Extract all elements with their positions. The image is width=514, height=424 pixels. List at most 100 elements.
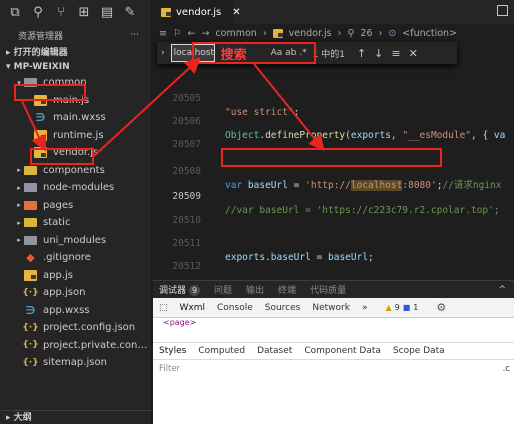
tree-item-label: node-modules <box>43 182 115 194</box>
tree-item-label: .gitignore <box>43 252 91 264</box>
tree-item-static[interactable]: ▸ static <box>0 214 151 232</box>
tree-item-runtime-js[interactable]: runtime.js <box>0 127 151 145</box>
json-file-icon: {·} <box>22 322 39 333</box>
breadcrumb-function[interactable]: <function> <box>402 28 457 39</box>
tree-item-vendor-js[interactable]: vendor.js <box>0 144 151 162</box>
tab-dataset[interactable]: Dataset <box>257 346 292 356</box>
code-view[interactable]: 20505 "use strict"; 20506 Object.defineP… <box>153 74 514 280</box>
tab-scope-data[interactable]: Scope Data <box>393 346 445 356</box>
tab-debugger[interactable]: 调试器 9 <box>159 283 201 296</box>
symbol-icon: ⚲ <box>347 27 355 39</box>
tree-item-label: main.js <box>53 94 90 106</box>
tab-problems[interactable]: 问题 <box>214 283 232 296</box>
tab-sources[interactable]: Sources <box>265 303 301 313</box>
tree-item-app-wxss[interactable]: ∋ app.wxss <box>0 302 151 320</box>
source-control-icon[interactable]: ⑂ <box>54 5 68 20</box>
search-icon[interactable]: ⚲ <box>31 5 45 20</box>
close-icon[interactable]: ✕ <box>409 47 418 60</box>
class-toggle[interactable]: .c <box>503 364 510 374</box>
chevron-right-icon[interactable]: ▸ <box>14 236 24 244</box>
explorer-more-button[interactable]: ··· <box>130 30 139 40</box>
tab-network[interactable]: Network <box>312 303 350 313</box>
tab-terminal[interactable]: 终端 <box>278 283 296 296</box>
tab-console[interactable]: Console <box>217 303 253 313</box>
tree-item-main-wxss[interactable]: ∋ main.wxss <box>0 109 151 127</box>
styles-filter-input[interactable]: Filter <box>159 364 180 374</box>
section-open-editors[interactable]: ▸ 打开的编辑器 <box>0 46 151 60</box>
gear-icon[interactable]: ⚙ <box>436 301 446 314</box>
split-editor-icon[interactable] <box>497 5 508 16</box>
tree-item-gitignore[interactable]: ◆ .gitignore <box>0 249 151 267</box>
breadcrumb-line[interactable]: 26 <box>360 28 372 39</box>
folder-icon <box>24 165 37 175</box>
breadcrumb-file[interactable]: vendor.js <box>289 28 332 39</box>
files-icon[interactable]: ⧉ <box>8 5 22 20</box>
tree-item-pages[interactable]: ▸ pages <box>0 197 151 215</box>
tree-item-project-config-json[interactable]: {·} project.config.json <box>0 319 151 337</box>
arrow-up-icon[interactable]: ↑ <box>357 47 366 60</box>
back-icon[interactable]: ← <box>188 28 196 39</box>
code-line: 20512 <box>153 246 514 272</box>
tab-output[interactable]: 输出 <box>246 283 264 296</box>
chevron-right-icon[interactable]: ▸ <box>14 184 24 192</box>
toggle-replace-icon[interactable]: › <box>161 48 165 58</box>
breadcrumb-common[interactable]: common <box>215 28 256 39</box>
code-line: 20505 "use strict"; <box>153 78 514 118</box>
tab-bar: vendor.js ✕ <box>153 0 514 24</box>
tab-code-quality[interactable]: 代码质量 <box>310 283 346 296</box>
tree-item-label: sitemap.json <box>43 357 107 369</box>
tab-component-data[interactable]: Component Data <box>304 346 381 356</box>
find-options[interactable]: Aa ab .* <box>271 48 307 58</box>
tree-item-app-json[interactable]: {·} app.json <box>0 284 151 302</box>
remote-icon[interactable]: ▤ <box>100 5 114 20</box>
inspect-icon[interactable]: ⬚ <box>159 303 168 313</box>
tree-item-uni-modules[interactable]: ▸ uni_modules <box>0 232 151 250</box>
tree-item-node-modules[interactable]: ▸ node-modules <box>0 179 151 197</box>
js-file-icon <box>34 94 47 106</box>
close-icon[interactable]: ✕ <box>232 7 240 18</box>
devtools-body: <page> Styles Computed Dataset Component… <box>153 318 514 424</box>
wxml-node[interactable]: <page> <box>163 318 196 327</box>
editor-area: vendor.js ✕ ≡ ⚐ ← → common › vendor.js ›… <box>153 0 514 424</box>
tree-item-app-js[interactable]: app.js <box>0 267 151 285</box>
more-tabs-button[interactable]: » <box>362 303 368 313</box>
count-badge: 9 <box>189 285 201 296</box>
git-file-icon: ◆ <box>26 251 35 265</box>
bookmark-icon[interactable]: ⚐ <box>173 28 182 39</box>
list-icon[interactable]: ≡ <box>159 28 167 39</box>
section-outline[interactable]: ▸ 大纲 <box>0 410 152 424</box>
find-annotation-label: 搜索 <box>220 47 247 63</box>
chevron-right-icon: › <box>337 27 342 39</box>
chevron-right-icon[interactable]: ▸ <box>14 219 24 227</box>
extensions-icon[interactable]: ⊞ <box>77 5 91 20</box>
section-project[interactable]: ▾ MP-WEIXIN <box>0 60 151 74</box>
tree-item-sitemap-json[interactable]: {·} sitemap.json <box>0 354 151 372</box>
chevron-down-icon[interactable]: ▾ <box>14 79 24 87</box>
js-file-icon <box>24 269 37 281</box>
arrow-down-icon[interactable]: ↓ <box>374 47 383 60</box>
file-tree: ▾ common main.js ∋ main.wxss runtime.js vendor… <box>0 74 151 372</box>
forward-icon[interactable]: → <box>201 28 209 39</box>
chevron-right-icon[interactable]: ▸ <box>14 166 24 174</box>
tab-computed[interactable]: Computed <box>198 346 245 356</box>
folder-icon <box>24 78 37 88</box>
chevron-up-icon[interactable]: ^ <box>498 285 506 295</box>
tree-item-main-js[interactable]: main.js <box>0 92 151 110</box>
section-open-editors-label: 打开的编辑器 <box>13 48 68 58</box>
function-icon: ⊙ <box>388 27 397 39</box>
chevron-right-icon[interactable]: ▸ <box>14 201 24 209</box>
code-line: 20510 <box>153 200 514 226</box>
tab-wxml[interactable]: Wxml <box>180 303 206 313</box>
tree-item-label: static <box>43 217 71 229</box>
selection-icon[interactable]: ≡ <box>391 47 400 60</box>
warning-icon: ▲ <box>385 303 392 312</box>
console-stats[interactable]: ▲ 9 ■ 1 <box>385 303 418 312</box>
tree-item-common[interactable]: ▾ common <box>0 74 151 92</box>
tree-item-label: app.json <box>43 287 86 299</box>
tab-styles[interactable]: Styles <box>159 346 186 356</box>
tree-item-components[interactable]: ▸ components <box>0 162 151 180</box>
find-input[interactable] <box>170 44 215 62</box>
tree-item-project-private-config-js[interactable]: {·} project.private.config.js... <box>0 337 151 355</box>
tab-vendor-js[interactable]: vendor.js ✕ <box>153 0 241 24</box>
more-icon[interactable]: ✎ <box>123 5 137 20</box>
